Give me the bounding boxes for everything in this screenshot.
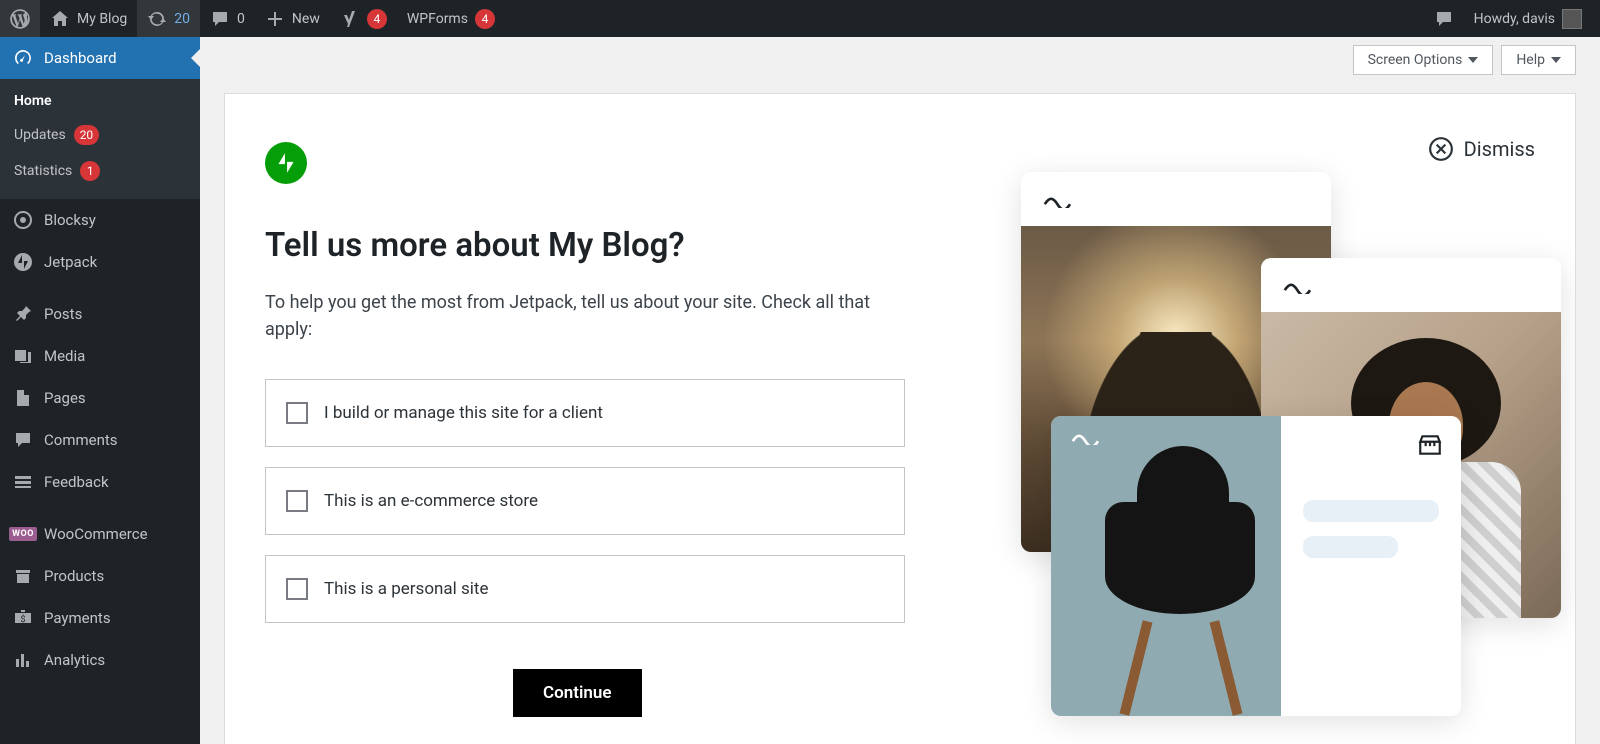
continue-button[interactable]: Continue xyxy=(513,669,642,717)
media-icon xyxy=(12,345,34,367)
updates-link[interactable]: 20 xyxy=(137,0,200,37)
option-label: This is a personal site xyxy=(324,579,488,599)
yoast-link[interactable]: 4 xyxy=(330,0,397,37)
wordpress-icon xyxy=(10,9,30,29)
products-icon xyxy=(12,565,34,587)
squiggle-icon xyxy=(1071,430,1107,442)
sidebar-item-posts[interactable]: Posts xyxy=(0,293,200,335)
comments-icon xyxy=(12,429,34,451)
wpforms-badge: 4 xyxy=(475,9,495,29)
sidebar-item-dashboard[interactable]: Dashboard xyxy=(0,37,200,79)
storefront-icon xyxy=(1417,432,1443,462)
analytics-icon xyxy=(12,649,34,671)
dashboard-submenu: Home Updates20 Statistics1 xyxy=(0,79,200,199)
submenu-updates[interactable]: Updates20 xyxy=(0,117,200,153)
panel-subhead: To help you get the most from Jetpack, t… xyxy=(265,289,905,343)
sidebar-item-jetpack[interactable]: Jetpack xyxy=(0,241,200,283)
option-label: I build or manage this site for a client xyxy=(324,403,603,423)
screen-options-button[interactable]: Screen Options xyxy=(1353,45,1494,75)
comment-icon xyxy=(210,9,230,29)
howdy-text: Howdy, davis xyxy=(1474,11,1555,27)
content-area: Screen Options Help Dismiss Tell us more… xyxy=(200,37,1600,744)
yoast-icon xyxy=(340,9,360,29)
sidebar-item-pages[interactable]: Pages xyxy=(0,377,200,419)
option-client[interactable]: I build or manage this site for a client xyxy=(265,379,905,447)
account-link[interactable]: Howdy, davis xyxy=(1464,0,1592,37)
jetpack-logo xyxy=(265,142,307,184)
wpforms-link[interactable]: WPForms 4 xyxy=(397,0,505,37)
submenu-statistics[interactable]: Statistics1 xyxy=(0,153,200,189)
option-ecommerce[interactable]: This is an e-commerce store xyxy=(265,467,905,535)
jetpack-icon xyxy=(12,251,34,273)
new-label: New xyxy=(292,11,320,27)
updates-count: 20 xyxy=(174,11,190,27)
sidebar-item-comments[interactable]: Comments xyxy=(0,419,200,461)
new-link[interactable]: New xyxy=(255,0,330,37)
option-label: This is an e-commerce store xyxy=(324,491,538,511)
svg-text:$: $ xyxy=(20,614,25,625)
sidebar-item-blocksy[interactable]: Blocksy xyxy=(0,199,200,241)
help-button[interactable]: Help xyxy=(1501,45,1576,75)
squiggle-icon xyxy=(1283,279,1319,291)
chevron-down-icon xyxy=(1551,57,1561,63)
site-name: My Blog xyxy=(77,11,127,27)
squiggle-icon xyxy=(1043,193,1079,205)
sidebar-item-woocommerce[interactable]: WOO WooCommerce xyxy=(0,513,200,555)
avatar xyxy=(1562,9,1582,29)
home-icon xyxy=(50,9,70,29)
sidebar-item-payments[interactable]: $ Payments xyxy=(0,597,200,639)
admin-sidebar: Dashboard Home Updates20 Statistics1 Blo… xyxy=(0,37,200,744)
feedback-icon xyxy=(12,471,34,493)
placeholder-line xyxy=(1303,500,1439,522)
blocksy-icon xyxy=(12,209,34,231)
payments-icon: $ xyxy=(12,607,34,629)
pages-icon xyxy=(12,387,34,409)
placeholder-line xyxy=(1303,536,1398,558)
top-strip: Screen Options Help xyxy=(200,37,1600,75)
chat-icon xyxy=(1434,9,1454,29)
chevron-down-icon xyxy=(1468,57,1478,63)
checkbox[interactable] xyxy=(286,402,308,424)
options-group: I build or manage this site for a client… xyxy=(265,379,905,623)
jetpack-onboarding-panel: Dismiss Tell us more about My Blog? To h… xyxy=(224,93,1576,744)
sidebar-item-feedback[interactable]: Feedback xyxy=(0,461,200,503)
comments-count: 0 xyxy=(237,11,245,27)
plus-icon xyxy=(265,9,285,29)
sidebar-item-products[interactable]: Products xyxy=(0,555,200,597)
sidebar-item-analytics[interactable]: Analytics xyxy=(0,639,200,681)
site-name-link[interactable]: My Blog xyxy=(40,0,137,37)
wpforms-label: WPForms xyxy=(407,11,468,27)
comments-link[interactable]: 0 xyxy=(200,0,255,37)
option-personal[interactable]: This is a personal site xyxy=(265,555,905,623)
adminbar: My Blog 20 0 New 4 WPForms 4 Howdy, davi… xyxy=(0,0,1600,37)
yoast-badge: 4 xyxy=(367,9,387,29)
submenu-home[interactable]: Home xyxy=(0,85,200,117)
checkbox[interactable] xyxy=(286,490,308,512)
illus-card-store xyxy=(1051,416,1461,716)
checkbox[interactable] xyxy=(286,578,308,600)
sidebar-item-media[interactable]: Media xyxy=(0,335,200,377)
notifications-link[interactable] xyxy=(1424,0,1464,37)
sidebar-label: Dashboard xyxy=(44,49,117,67)
update-icon xyxy=(147,9,167,29)
wp-logo[interactable] xyxy=(0,0,40,37)
pin-icon xyxy=(12,303,34,325)
dashboard-icon xyxy=(12,47,34,69)
woo-icon: WOO xyxy=(12,523,34,545)
illustration xyxy=(1015,142,1575,722)
